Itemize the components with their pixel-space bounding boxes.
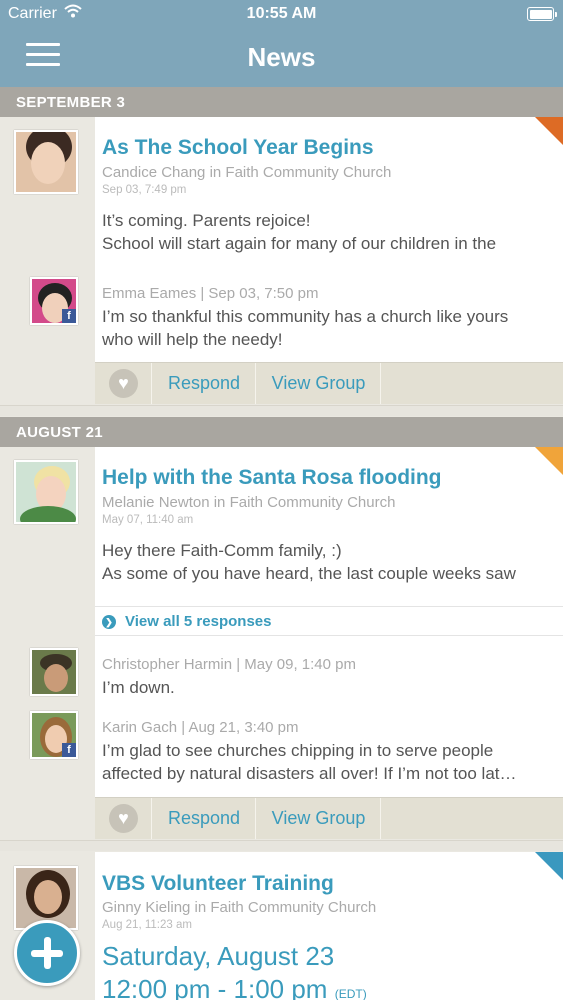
post-body-line: School will start again for many of our … [102,234,497,253]
event-date: Saturday, August 23 [102,941,335,971]
post-body-line: As some of you have heard, the last coup… [102,564,516,583]
response-meta: Christopher Harmin | May 09, 1:40 pm [102,656,356,673]
avatar[interactable] [14,460,78,524]
avatar[interactable]: f [30,711,78,759]
date-header: SEPTEMBER 3 [0,87,563,117]
event-timezone: (EDT) [334,987,367,1000]
post-card[interactable]: As The School Year Begins Candice Chang … [95,117,563,362]
facebook-icon: f [62,743,76,757]
post-title[interactable]: VBS Volunteer Training [102,872,334,896]
corner-flag [535,852,563,880]
like-button[interactable]: ♥ [95,798,152,839]
post-body: It’s coming. Parents rejoice! School wil… [102,209,553,255]
heart-icon: ♥ [109,369,138,398]
response-line: I’m so thankful this community has a chu… [102,307,509,326]
battery-icon [527,7,557,21]
response-line: who will help the needy! [102,330,283,349]
divider [0,405,563,416]
response-meta: Emma Eames | Sep 03, 7:50 pm [102,285,319,302]
add-post-button[interactable] [14,920,80,986]
response-line: I’m glad to see churches chipping in to … [102,741,494,760]
corner-flag [535,447,563,475]
response-text: I’m glad to see churches chipping in to … [102,739,553,785]
response-line: I’m down. [102,678,175,697]
view-all-responses-link[interactable]: ❯ View all 5 responses [95,606,563,636]
avatar[interactable] [30,648,78,696]
chevron-down-icon: ❯ [102,615,116,629]
post-body: Hey there Faith-Comm family, :) As some … [102,539,553,585]
divider [0,840,563,851]
post-card[interactable]: VBS Volunteer Training Ginny Kieling in … [95,852,563,1000]
post-body-line: It’s coming. Parents rejoice! [102,211,311,230]
post-timestamp: Sep 03, 7:49 pm [102,184,187,196]
post-timestamp: Aug 21, 11:23 am [102,919,192,931]
avatar[interactable]: f [30,277,78,325]
action-bar: ♥ Respond View Group [95,362,563,404]
response-line: affected by natural disasters all over! … [102,764,517,783]
response-meta: Karin Gach | Aug 21, 3:40 pm [102,719,299,736]
post-byline: Melanie Newton in Faith Community Church [102,494,396,511]
avatar[interactable] [14,130,78,194]
facebook-icon: f [62,309,76,323]
post-timestamp: May 07, 11:40 am [102,514,194,526]
heart-icon: ♥ [109,804,138,833]
status-time: 10:55 AM [246,5,317,22]
post-title[interactable]: As The School Year Begins [102,136,374,160]
respond-button[interactable]: Respond [153,363,256,404]
status-bar: Carrier 10:55 AM [0,0,563,30]
post-card[interactable]: Help with the Santa Rosa flooding Melani… [95,447,563,797]
corner-flag [535,117,563,145]
view-group-button[interactable]: View Group [257,363,381,404]
view-all-label: View all 5 responses [125,613,272,630]
post-body-line: Hey there Faith-Comm family, :) [102,541,342,560]
action-bar: ♥ Respond View Group [95,797,563,839]
view-group-button[interactable]: View Group [257,798,381,839]
navigation-bar: Carrier 10:55 AM News [0,0,563,87]
event-time: 12:00 pm - 1:00 pm [102,974,328,1000]
post-title[interactable]: Help with the Santa Rosa flooding [102,466,442,490]
response-text: I’m so thankful this community has a chu… [102,305,553,351]
event-time-row: 12:00 pm - 1:00 pm (EDT) [102,974,367,1000]
date-header: AUGUST 21 [0,417,563,447]
like-button[interactable]: ♥ [95,363,152,404]
post-byline: Ginny Kieling in Faith Community Church [102,899,377,916]
page-title: News [247,42,316,72]
post-byline: Candice Chang in Faith Community Church [102,164,392,181]
respond-button[interactable]: Respond [153,798,256,839]
response-text: I’m down. [102,676,553,699]
